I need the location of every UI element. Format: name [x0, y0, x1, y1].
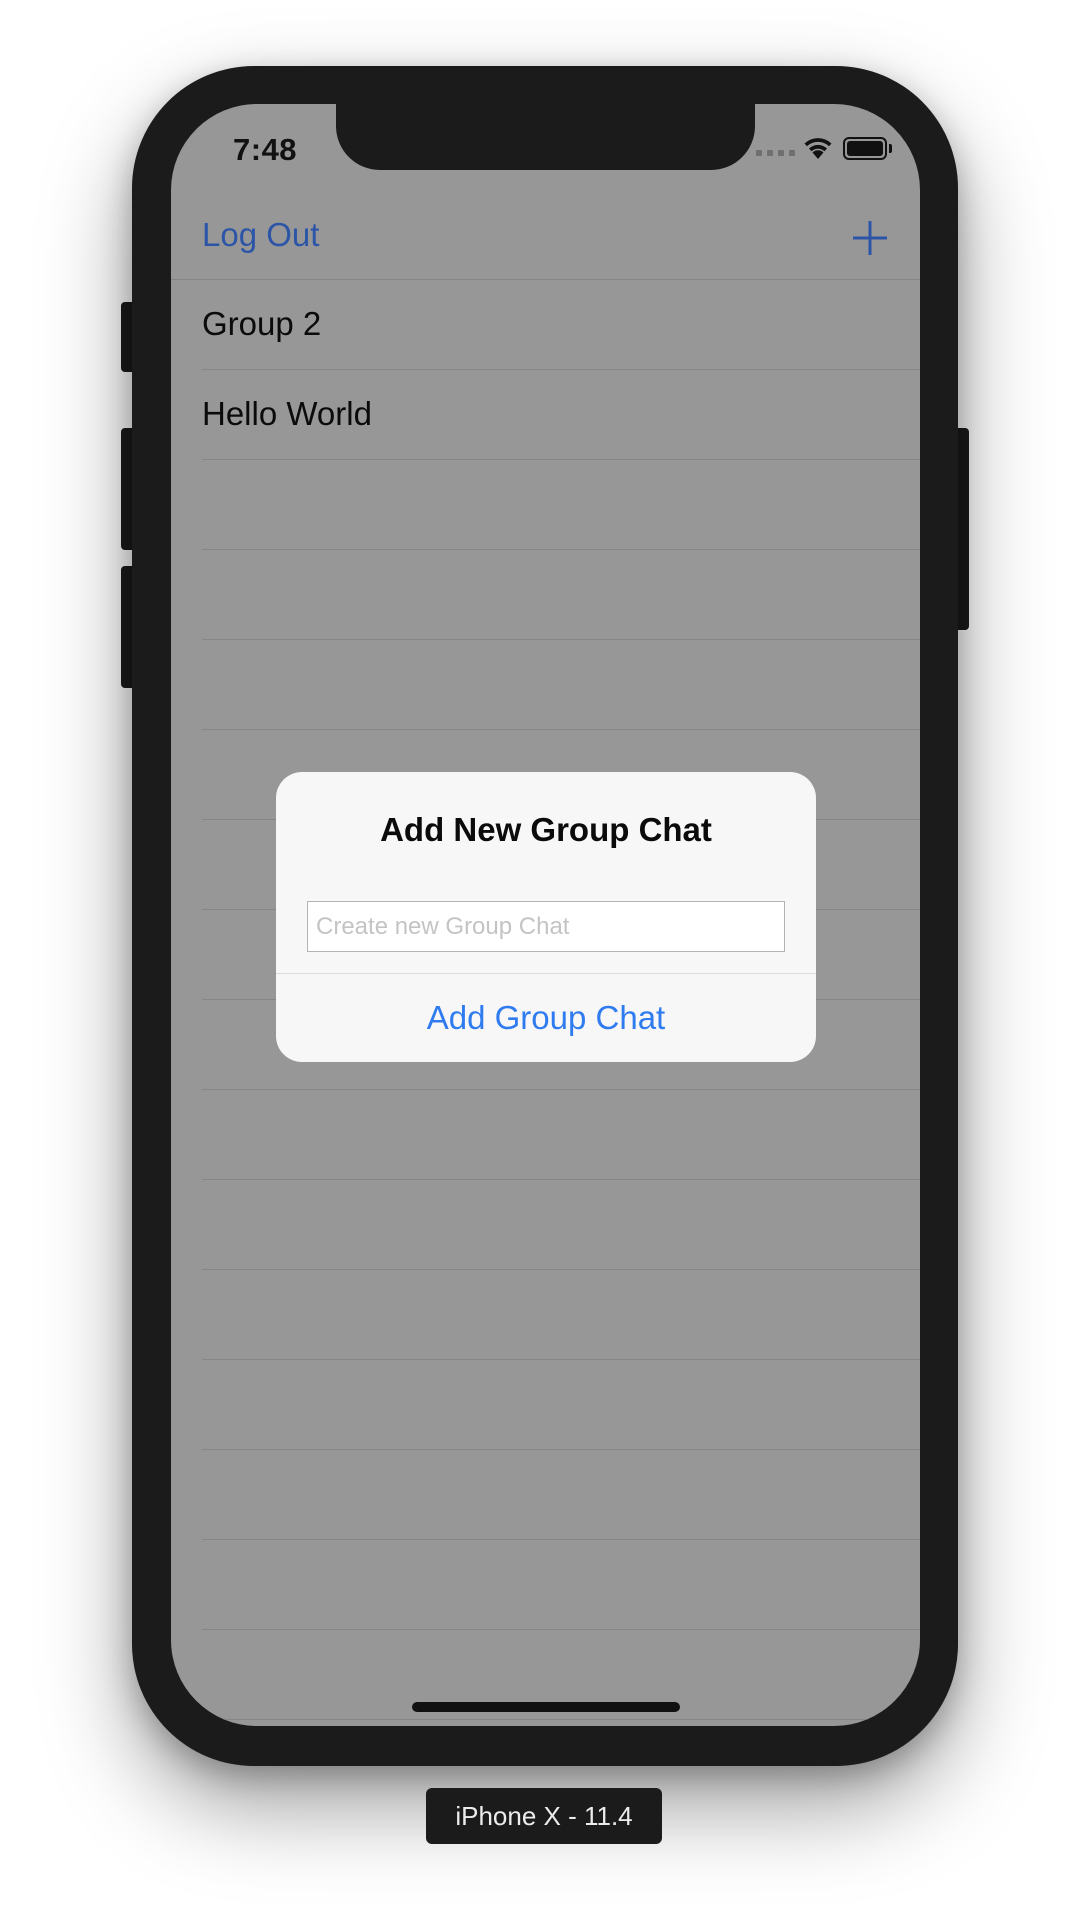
- list-item[interactable]: [202, 1180, 920, 1270]
- add-group-chat-button[interactable]: Add Group Chat: [276, 974, 816, 1062]
- list-item[interactable]: Hello World: [202, 370, 920, 460]
- status-time: 7:48: [233, 132, 298, 167]
- list-item[interactable]: [202, 640, 920, 730]
- wifi-icon: [801, 134, 835, 165]
- list-item[interactable]: [202, 1090, 920, 1180]
- list-item[interactable]: [202, 550, 920, 640]
- list-item[interactable]: [202, 1450, 920, 1540]
- notch: [336, 104, 755, 170]
- group-chat-name-input[interactable]: [307, 901, 785, 952]
- home-indicator[interactable]: [412, 1702, 680, 1712]
- cellular-signal-icon: [756, 150, 795, 156]
- list-item[interactable]: [202, 460, 920, 550]
- list-item[interactable]: [202, 1540, 920, 1630]
- battery-icon: [843, 137, 887, 160]
- alert-title: Add New Group Chat: [380, 811, 712, 848]
- list-item[interactable]: [202, 1720, 920, 1726]
- list-item-label: Group 2: [202, 305, 322, 342]
- add-group-chat-alert: Add New Group Chat Add Group Chat: [276, 772, 816, 1062]
- list-item[interactable]: [202, 1360, 920, 1450]
- plus-icon[interactable]: [851, 219, 889, 257]
- list-item[interactable]: Group 2: [202, 280, 920, 370]
- phone-screen: 7:48 Log Out Group 2 Hello World Add New …: [171, 104, 920, 1726]
- simulator-device-label: iPhone X - 11.4: [426, 1788, 662, 1844]
- list-item[interactable]: [202, 1270, 920, 1360]
- list-item-label: Hello World: [202, 395, 372, 432]
- log-out-button[interactable]: Log Out: [202, 216, 319, 254]
- battery-tip: [889, 144, 892, 153]
